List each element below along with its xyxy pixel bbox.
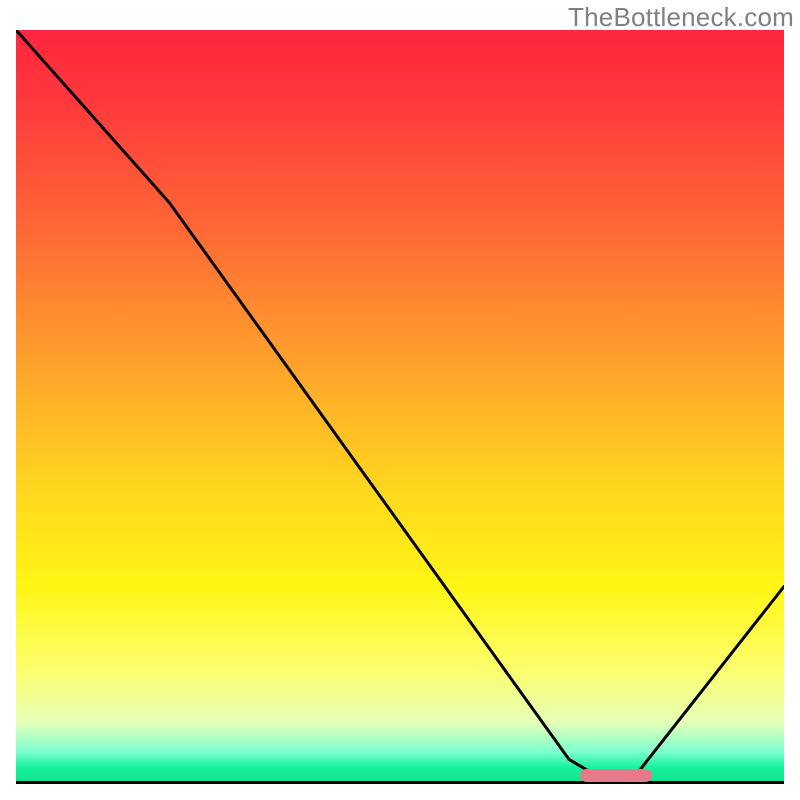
watermark-text: TheBottleneck.com (568, 2, 794, 33)
bottleneck-curve (16, 30, 784, 782)
optimal-range-marker (580, 769, 651, 782)
gradient-plot-area (16, 30, 784, 782)
x-axis-baseline (16, 781, 784, 784)
chart-container: TheBottleneck.com (0, 0, 800, 800)
